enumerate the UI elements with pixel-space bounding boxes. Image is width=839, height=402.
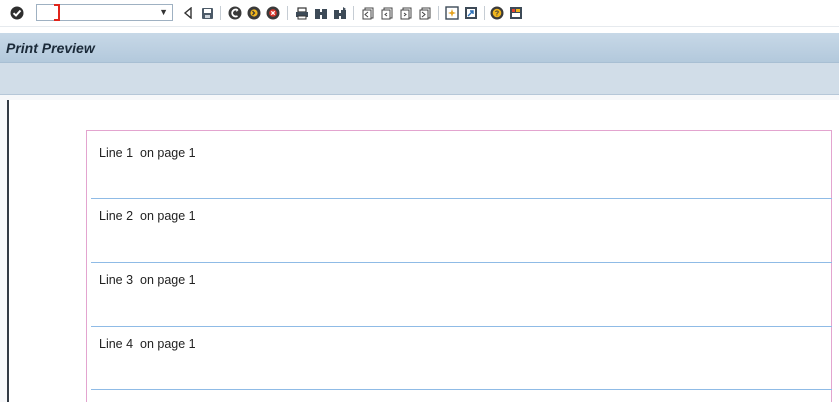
page-title: Print Preview [6, 40, 95, 56]
back-green-icon[interactable] [227, 4, 243, 22]
shortcut-icon[interactable] [463, 4, 479, 22]
list-item: Line 2 on page 1 [91, 199, 832, 263]
find-next-icon[interactable] [332, 4, 348, 22]
print-icon[interactable] [294, 4, 310, 22]
command-dropdown-icon[interactable]: ▼ [159, 7, 168, 17]
line-text: Line 2 on page 1 [99, 209, 196, 223]
previous-page-icon[interactable] [379, 4, 395, 22]
list-item: Line 4 on page 1 [91, 327, 832, 390]
cancel-red-icon[interactable] [265, 4, 281, 22]
first-page-icon[interactable] [360, 4, 376, 22]
line-text: Line 3 on page 1 [99, 273, 196, 287]
back-arrow-icon[interactable] [180, 4, 196, 22]
svg-text:?: ? [495, 11, 499, 18]
exit-yellow-icon[interactable] [246, 4, 262, 22]
last-page-icon[interactable] [417, 4, 433, 22]
enter-checkmark-icon[interactable] [8, 4, 26, 22]
application-toolbar [0, 63, 839, 95]
line-text: Line 1 on page 1 [99, 146, 196, 160]
create-session-icon[interactable] [444, 4, 460, 22]
help-icon[interactable]: ? [489, 4, 505, 22]
command-field[interactable]: ▼ [36, 4, 173, 21]
next-page-icon[interactable] [398, 4, 414, 22]
find-icon[interactable] [313, 4, 329, 22]
line-text: Line 4 on page 1 [99, 337, 196, 351]
save-icon[interactable] [199, 4, 215, 22]
system-toolbar: ▼ ? [0, 0, 839, 27]
preview-page: Line 1 on page 1 Line 2 on page 1 Line 3… [86, 130, 832, 402]
title-bar: Print Preview [0, 33, 839, 63]
customize-layout-icon[interactable] [508, 4, 524, 22]
list-item: Line 3 on page 1 [91, 263, 832, 327]
list-item: Line 1 on page 1 [91, 131, 832, 199]
